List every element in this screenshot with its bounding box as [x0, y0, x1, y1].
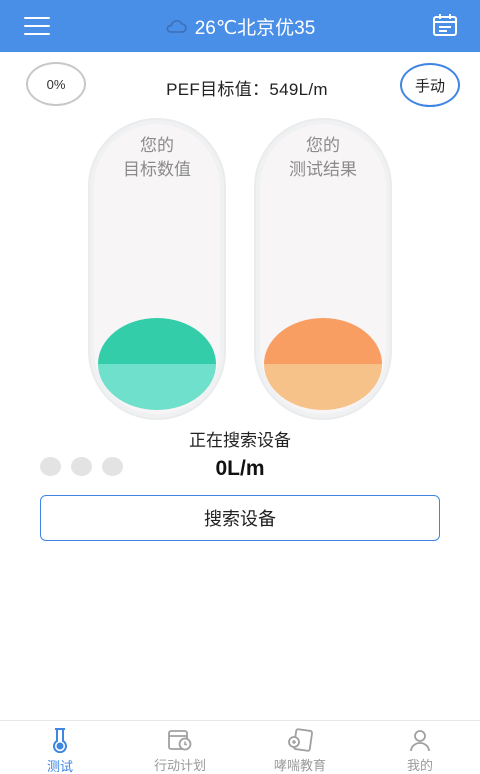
target-value-tube: 您的 目标数值	[88, 118, 226, 420]
weather-text: 26℃北京优35	[194, 17, 316, 39]
menu-button[interactable]	[24, 17, 50, 37]
search-status-text: 正在搜索设备	[189, 431, 291, 450]
tab-label: 测试	[46, 759, 73, 774]
tab-test[interactable]: 测试	[0, 721, 120, 774]
top-bar: 26℃北京优35	[0, 0, 480, 52]
tab-label: 我的	[406, 758, 433, 773]
pef-target-value: PEF目标值：549L/m	[166, 80, 328, 99]
education-icon	[288, 728, 313, 752]
flow-reading: 0L/m	[215, 457, 265, 480]
progress-indicator: 0%	[26, 62, 86, 106]
tab-profile[interactable]: 我的	[360, 721, 480, 774]
cloud-icon	[166, 19, 187, 33]
tab-label: 哮喘教育	[273, 758, 326, 773]
test-tube-icon	[53, 728, 67, 753]
tab-education[interactable]: 哮喘教育	[240, 721, 360, 774]
test-result-tube: 您的 测试结果	[254, 118, 392, 420]
search-device-label: 搜索设备	[204, 509, 276, 529]
manual-button[interactable]: 手动	[400, 63, 460, 107]
action-plan-icon	[168, 730, 192, 751]
progress-label: 0%	[46, 76, 66, 92]
target-liquid-fill	[98, 318, 216, 410]
result-liquid-fill	[264, 318, 382, 410]
bottom-tab-bar: 测试 行动计划 哮喘教育 我的	[0, 720, 480, 774]
manual-button-label: 手动	[414, 77, 445, 95]
tab-label: 行动计划	[153, 758, 206, 773]
search-device-button[interactable]: 搜索设备	[40, 495, 440, 541]
calendar-button[interactable]	[432, 13, 458, 42]
tab-action-plan[interactable]: 行动计划	[120, 721, 240, 774]
weather-info: 26℃北京优35	[0, 0, 480, 52]
target-tube-label: 您的 目标数值	[123, 136, 191, 179]
profile-icon	[410, 730, 430, 752]
calendar-icon	[433, 14, 457, 36]
hamburger-menu-icon	[24, 17, 50, 19]
result-tube-label: 您的 测试结果	[289, 136, 357, 179]
